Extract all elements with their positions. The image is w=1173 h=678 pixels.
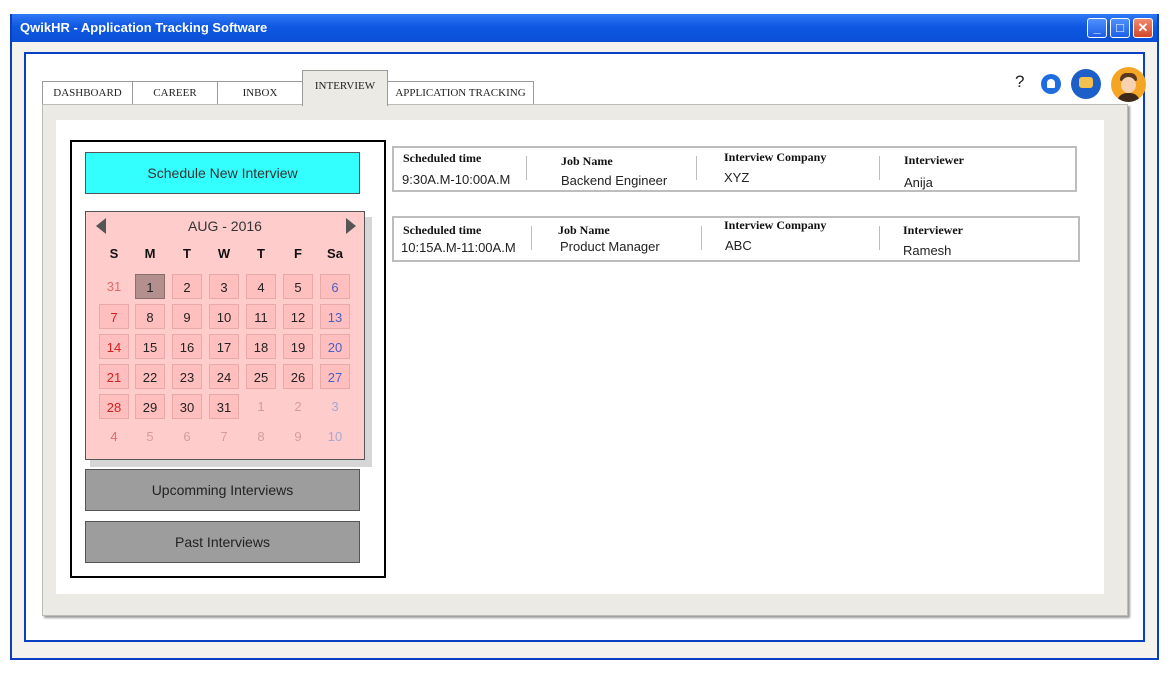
calendar-day[interactable]: 26 <box>283 364 313 389</box>
calendar-day[interactable]: 1 <box>246 394 276 419</box>
calendar-day[interactable]: 8 <box>135 304 165 329</box>
window-title: QwikHR - Application Tracking Software <box>20 20 268 35</box>
calendar-day[interactable]: 15 <box>135 334 165 359</box>
company-label: Interview Company <box>724 218 827 232</box>
calendar: AUG - 2016 S M T W T F Sa 31 1 2 3 4 5 6 7 8 9 10 11 12 13 14… <box>85 211 365 460</box>
schedule-interview-button[interactable]: Schedule New Interview <box>85 152 360 194</box>
calendar-day[interactable]: 10 <box>320 424 350 449</box>
weekday-label: W <box>217 246 231 261</box>
calendar-day[interactable]: 3 <box>209 274 239 299</box>
title-bar: QwikHR - Application Tracking Software _… <box>12 14 1157 42</box>
calendar-day[interactable]: 25 <box>246 364 276 389</box>
calendar-day[interactable]: 12 <box>283 304 313 329</box>
calendar-day[interactable]: 20 <box>320 334 350 359</box>
calendar-day[interactable]: 29 <box>135 394 165 419</box>
tab-interview[interactable]: INTERVIEW <box>302 70 388 106</box>
calendar-day[interactable]: 5 <box>283 274 313 299</box>
weekday-label: S <box>109 246 119 261</box>
upcoming-interviews-button[interactable]: Upcomming Interviews <box>85 469 360 511</box>
avatar[interactable] <box>1111 67 1146 102</box>
calendar-day[interactable]: 19 <box>283 334 313 359</box>
scheduled-time-label: Scheduled time <box>403 151 482 165</box>
job-name-label: Job Name <box>561 154 613 168</box>
tab-application-tracking[interactable]: APPLICATION TRACKING <box>387 81 534 105</box>
chat-icon[interactable] <box>1071 69 1101 99</box>
calendar-day[interactable]: 9 <box>172 304 202 329</box>
calendar-day[interactable]: 16 <box>172 334 202 359</box>
calendar-day[interactable]: 31 <box>99 274 129 299</box>
calendar-day[interactable]: 7 <box>209 424 239 449</box>
scheduled-time-label: Scheduled time <box>403 223 482 237</box>
maximize-button[interactable]: □ <box>1110 18 1130 38</box>
job-name-label: Job Name <box>558 223 610 237</box>
calendar-day[interactable]: 2 <box>172 274 202 299</box>
calendar-month: AUG - 2016 <box>188 218 262 234</box>
weekday-label: T <box>183 246 191 261</box>
interview-sidebar: Schedule New Interview AUG - 2016 S M T W T F… <box>70 140 386 578</box>
weekday-label: Sa <box>327 246 343 261</box>
bell-icon[interactable] <box>1041 74 1061 94</box>
minimize-button[interactable]: _ <box>1087 18 1107 38</box>
calendar-day[interactable]: 4 <box>246 274 276 299</box>
calendar-day[interactable]: 14 <box>99 334 129 359</box>
calendar-day[interactable]: 30 <box>172 394 202 419</box>
scheduled-time-value: 10:15A.M-11:00A.M <box>401 240 516 255</box>
tab-career[interactable]: CAREER <box>132 81 218 105</box>
calendar-day[interactable]: 24 <box>209 364 239 389</box>
weekday-label: F <box>294 246 302 261</box>
calendar-day[interactable]: 6 <box>320 274 350 299</box>
calendar-day[interactable]: 11 <box>246 304 276 329</box>
interview-card[interactable]: Scheduled time 9:30A.M-10:00A.M Job Name… <box>392 146 1077 192</box>
tab-inbox[interactable]: INBOX <box>217 81 303 105</box>
job-name-value: Product Manager <box>560 239 660 254</box>
company-label: Interview Company <box>724 150 827 164</box>
next-month-icon[interactable] <box>346 218 356 234</box>
weekday-label: T <box>257 246 265 261</box>
calendar-day[interactable]: 9 <box>283 424 313 449</box>
calendar-day[interactable]: 17 <box>209 334 239 359</box>
calendar-day[interactable]: 10 <box>209 304 239 329</box>
calendar-day[interactable]: 1 <box>135 274 165 299</box>
app-window: QwikHR - Application Tracking Software _… <box>10 14 1159 660</box>
calendar-day[interactable]: 23 <box>172 364 202 389</box>
calendar-day[interactable]: 3 <box>320 394 350 419</box>
interviewer-label: Interviewer <box>903 223 963 237</box>
app-area: DASHBOARD CAREER INBOX INTERVIEW APPLICA… <box>24 52 1146 642</box>
calendar-day[interactable]: 8 <box>246 424 276 449</box>
interview-card[interactable]: Scheduled time 10:15A.M-11:00A.M Job Nam… <box>392 216 1080 262</box>
company-value: XYZ <box>724 170 750 185</box>
calendar-day[interactable]: 4 <box>99 424 129 449</box>
weekday-label: M <box>144 246 156 261</box>
calendar-day[interactable]: 22 <box>135 364 165 389</box>
interviewer-label: Interviewer <box>904 153 964 167</box>
past-interviews-button[interactable]: Past Interviews <box>85 521 360 563</box>
calendar-day[interactable]: 5 <box>135 424 165 449</box>
job-name-value: Backend Engineer <box>561 173 668 188</box>
company-value: ABC <box>725 238 752 253</box>
calendar-day[interactable]: 13 <box>320 304 350 329</box>
calendar-day[interactable]: 28 <box>99 394 129 419</box>
interviewer-value: Ramesh <box>903 243 952 258</box>
help-icon[interactable]: ? <box>1015 72 1024 92</box>
calendar-day[interactable]: 18 <box>246 334 276 359</box>
close-button[interactable]: ✕ <box>1133 18 1153 38</box>
interviewer-value: Anija <box>904 175 933 190</box>
calendar-day[interactable]: 27 <box>320 364 350 389</box>
calendar-day[interactable]: 31 <box>209 394 239 419</box>
calendar-day[interactable]: 6 <box>172 424 202 449</box>
calendar-day[interactable]: 7 <box>99 304 129 329</box>
scheduled-time-value: 9:30A.M-10:00A.M <box>402 172 511 187</box>
calendar-day[interactable]: 2 <box>283 394 313 419</box>
calendar-day[interactable]: 21 <box>99 364 129 389</box>
tab-dashboard[interactable]: DASHBOARD <box>42 81 133 105</box>
